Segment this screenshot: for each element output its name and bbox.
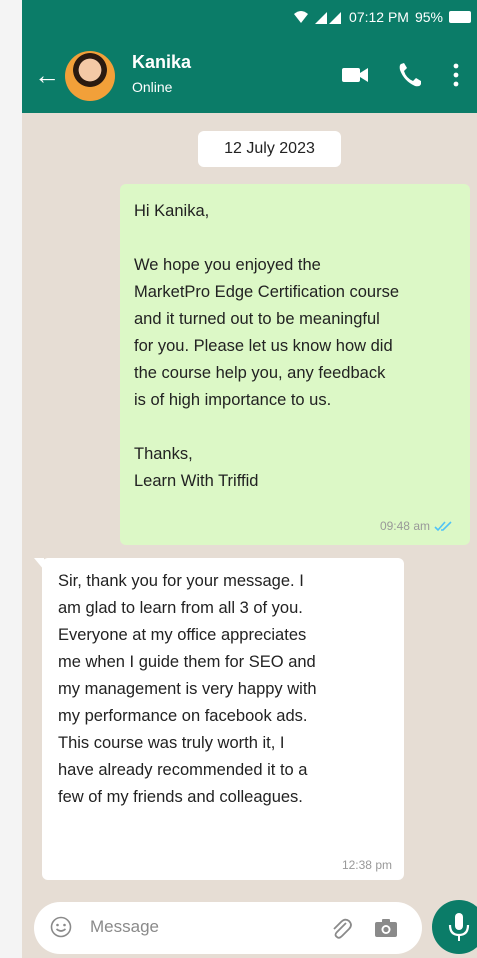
phone-icon[interactable] (391, 56, 429, 94)
contact-avatar[interactable] (65, 51, 115, 101)
outgoing-message[interactable]: Hi Kanika, We hope you enjoyed the Marke… (120, 184, 470, 545)
message-line: my performance on facebook ads. (58, 707, 308, 725)
message-time: 12:38 pm (341, 858, 392, 872)
message-line: Thanks, (134, 445, 193, 463)
message-line: is of high importance to us. (134, 391, 332, 409)
message-line: Everyone at my office appreciates (58, 626, 307, 644)
message-line: We hope you enjoyed the (134, 256, 321, 274)
mic-icon (448, 913, 470, 941)
message-time: 09:48 am (379, 519, 430, 533)
status-time: 07:12 PM (349, 9, 409, 25)
message-line: for you. Please let us know how did (134, 337, 393, 355)
message-line: am glad to learn from all 3 of you. (58, 599, 303, 617)
message-line: and it turned out to be meaningful (134, 310, 380, 328)
back-arrow-icon[interactable]: ← (34, 62, 60, 88)
camera-icon[interactable] (373, 916, 399, 940)
contact-name[interactable]: Kanika (132, 52, 191, 73)
message-composer[interactable]: Message (34, 902, 422, 954)
message-line: my management is very happy with (58, 680, 317, 698)
message-input[interactable]: Message (90, 917, 159, 937)
status-icons: 07:12 PM 95% (293, 9, 471, 25)
battery-percent: 95% (414, 9, 443, 25)
message-line: Learn With Triffid (134, 472, 259, 490)
emoji-icon[interactable] (50, 916, 72, 938)
contact-presence: Online (132, 79, 173, 95)
date-separator: 12 July 2023 (198, 131, 341, 167)
attach-icon[interactable] (328, 915, 354, 941)
double-check-icon (434, 521, 452, 532)
chat-header: ← Kanika Online (22, 38, 477, 113)
message-line: Hi Kanika, (134, 202, 210, 220)
mic-button[interactable] (432, 900, 477, 954)
message-line: the course help you, any feedback (134, 364, 386, 382)
more-vertical-icon[interactable] (444, 56, 468, 94)
message-line: Sir, thank you for your message. I (58, 572, 304, 590)
message-line: MarketPro Edge Certification course (134, 283, 400, 301)
wifi-icon (294, 11, 309, 23)
battery-icon (449, 11, 471, 23)
message-line: This course was truly worth it, I (58, 734, 285, 752)
message-line: me when I guide them for SEO and (58, 653, 316, 671)
chat-screen: 07:12 PM 95% ← Kanika Online 12 July 202… (22, 0, 477, 958)
incoming-message[interactable]: Sir, thank you for your message. I am gl… (34, 558, 404, 880)
signal-icon (315, 12, 342, 24)
video-call-icon[interactable] (336, 56, 374, 94)
message-line: few of my friends and colleagues. (58, 788, 303, 806)
status-bar: 07:12 PM 95% (22, 0, 477, 38)
message-line: have already recommended it to a (58, 761, 308, 779)
